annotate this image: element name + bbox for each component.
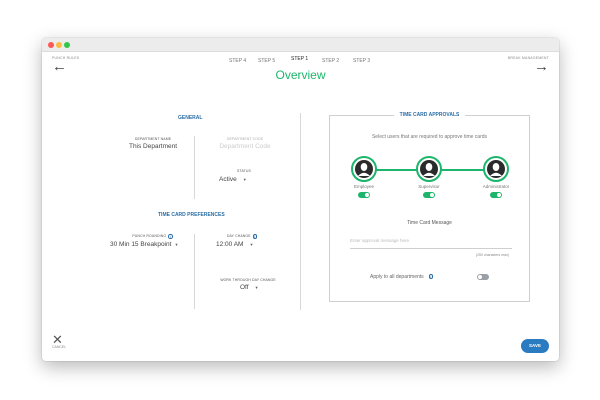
- employee-label: Employee: [353, 184, 374, 189]
- status-select[interactable]: Active ▼: [219, 176, 279, 183]
- department-code-label: DEPARTMENT CODE: [226, 137, 264, 141]
- message-title: Time Card Message: [407, 220, 452, 226]
- apply-all-label: Apply to all departments: [370, 274, 424, 280]
- app-window: PUNCH RULES ← BREAK MANAGEMENT → STEP 4 …: [42, 38, 559, 361]
- caret-down-icon: ▼: [174, 242, 179, 247]
- caret-down-icon: ▼: [254, 285, 259, 290]
- department-name-field[interactable]: This Department: [117, 143, 189, 150]
- supervisor-avatar: [416, 156, 442, 182]
- title-bar: [42, 38, 559, 52]
- close-icon: ✕: [52, 332, 63, 347]
- work-through-value: Off: [240, 284, 249, 291]
- person-icon: [420, 160, 438, 178]
- caret-down-icon: ▼: [242, 177, 247, 182]
- info-icon[interactable]: i: [428, 274, 434, 279]
- step-tab[interactable]: STEP 3: [353, 58, 370, 64]
- employee-avatar: [351, 156, 377, 182]
- page-title: Overview: [275, 68, 326, 82]
- status-label: STATUS: [237, 169, 251, 173]
- day-change-select[interactable]: 12:00 AM ▼: [216, 241, 276, 248]
- approval-connector: [441, 169, 485, 171]
- day-change-label: DAY CHANGE i: [212, 234, 272, 239]
- approvals-title: TIME CARD APPROVALS: [393, 112, 466, 118]
- step-tab[interactable]: STEP 4: [229, 58, 246, 64]
- administrator-label: Administrator: [482, 184, 510, 189]
- step-tab[interactable]: STEP 2: [322, 58, 339, 64]
- supervisor-label: Supervisor: [418, 184, 440, 189]
- approvals-panel: TIME CARD APPROVALS Select users that ar…: [329, 112, 530, 302]
- administrator-toggle[interactable]: [490, 192, 502, 198]
- apply-all-toggle[interactable]: [477, 274, 489, 280]
- cancel-button[interactable]: ✕ CANCEL: [52, 332, 67, 349]
- supervisor-toggle[interactable]: [423, 192, 435, 198]
- maximize-window-button[interactable]: [64, 42, 70, 48]
- column-divider: [300, 113, 301, 310]
- apply-all-row: Apply to all departments i: [370, 274, 434, 280]
- info-icon[interactable]: i: [168, 234, 173, 239]
- step-tab-active[interactable]: STEP 1: [291, 56, 308, 62]
- person-icon: [487, 160, 505, 178]
- caret-down-icon: ▼: [249, 242, 254, 247]
- approvals-subtitle: Select users that are required to approv…: [371, 134, 488, 140]
- approval-message-input[interactable]: Enter approval message here: [350, 238, 512, 249]
- minimize-window-button[interactable]: [56, 42, 62, 48]
- punch-rounding-label-text: PUNCH ROUNDING: [132, 234, 167, 239]
- divider: [194, 234, 195, 309]
- department-code-field[interactable]: Department Code: [210, 143, 280, 150]
- department-name-label: DEPARTMENT NAME: [134, 137, 172, 141]
- person-icon: [355, 160, 373, 178]
- punch-rounding-value: 30 Min 15 Breakpoint: [110, 241, 172, 248]
- day-change-value: 12:00 AM: [216, 241, 244, 248]
- step-tab[interactable]: STEP 5: [258, 58, 275, 64]
- preferences-section-title: TIME CARD PREFERENCES: [158, 212, 225, 218]
- status-value: Active: [219, 176, 237, 183]
- info-icon[interactable]: i: [252, 234, 258, 239]
- work-through-select[interactable]: Off ▼: [240, 284, 280, 291]
- divider: [194, 136, 195, 199]
- punch-rounding-select[interactable]: 30 Min 15 Breakpoint ▼: [110, 241, 200, 248]
- work-through-label: WORK THROUGH DAY CHANGE: [220, 278, 276, 282]
- punch-rounding-label: PUNCH ROUNDING i: [105, 234, 200, 239]
- save-button[interactable]: SAVE: [521, 339, 549, 353]
- cancel-label: CANCEL: [52, 345, 67, 349]
- administrator-avatar: [483, 156, 509, 182]
- char-limit-note: (250 characters max): [475, 253, 509, 257]
- employee-toggle[interactable]: [358, 192, 370, 198]
- general-section-title: GENERAL: [178, 115, 203, 121]
- close-window-button[interactable]: [48, 42, 54, 48]
- day-change-label-text: DAY CHANGE: [226, 234, 251, 239]
